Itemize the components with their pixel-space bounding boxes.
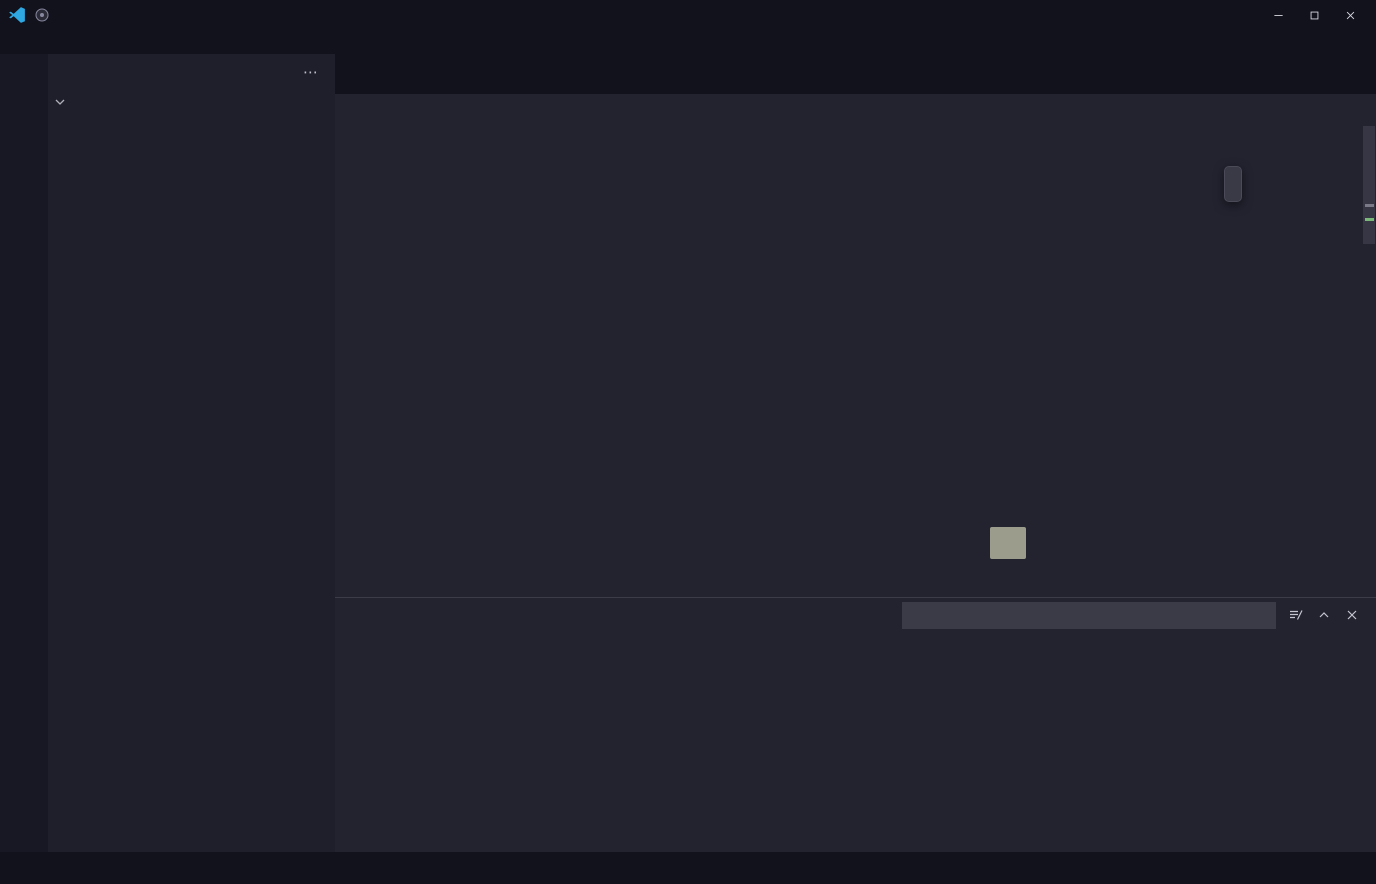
panel-header [335,598,1376,632]
vscode-logo-icon [8,6,26,24]
project-section-header[interactable] [48,89,335,114]
chevron-down-icon [52,94,68,110]
maximize-panel-icon[interactable] [1316,607,1332,623]
overview-ruler[interactable] [1362,120,1376,597]
minimap[interactable] [1250,120,1362,597]
menubar [0,30,1376,54]
close-panel-icon[interactable] [1344,607,1360,623]
maximize-button[interactable] [1296,0,1332,30]
sidebar: ⋯ [48,54,335,852]
minimize-button[interactable] [1260,0,1296,30]
sidebar-header: ⋯ [48,54,335,89]
console-input-prompt[interactable] [335,828,1376,852]
panel [335,597,1376,852]
status-bar [0,852,1376,884]
debug-toolbar [1224,166,1242,202]
activity-bar [0,54,48,852]
vscode-window: ⋯ [0,0,1376,884]
overview-mark [1365,204,1374,207]
close-button[interactable] [1332,0,1368,30]
debug-console-output[interactable] [335,632,1376,828]
breadcrumb[interactable] [335,94,1376,120]
app-icon [34,7,50,23]
filter-input[interactable] [902,602,1276,629]
add-configuration-button[interactable] [990,527,1026,559]
scrollbar-thumb[interactable] [1363,126,1375,244]
editor-area [335,54,1376,852]
overview-mark [1365,218,1374,221]
titlebar [0,0,1376,30]
clear-console-icon[interactable] [1288,607,1304,623]
editor[interactable] [335,120,1376,597]
tab-bar [335,54,1376,94]
explorer-more-actions-icon[interactable]: ⋯ [303,63,319,81]
